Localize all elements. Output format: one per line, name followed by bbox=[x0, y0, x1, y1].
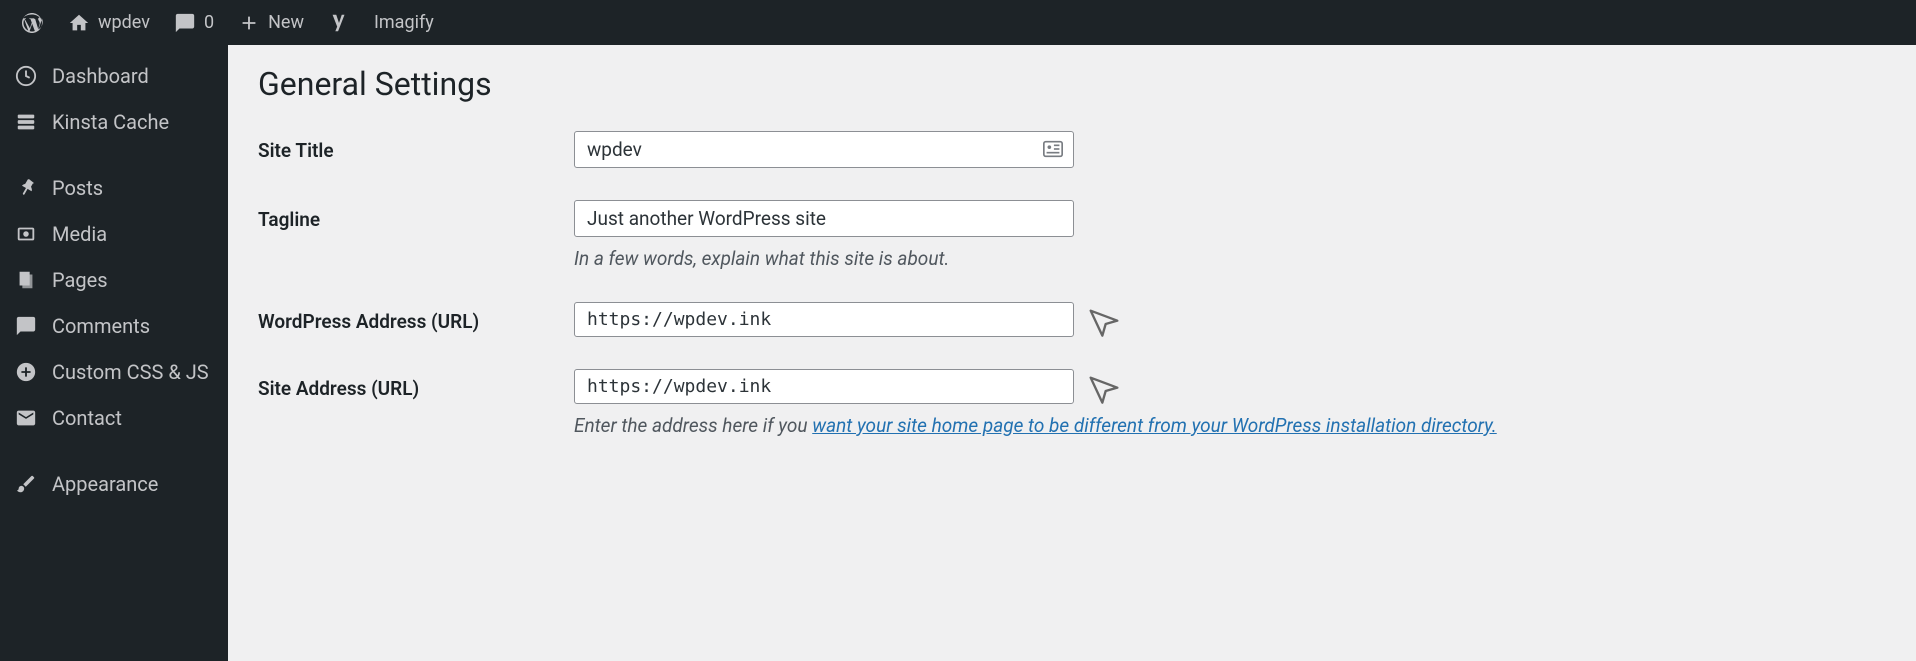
autofill-icon bbox=[1042, 139, 1064, 159]
site-url-description-link[interactable]: want your site home page to be different… bbox=[812, 414, 1497, 437]
home-icon bbox=[68, 12, 90, 34]
sidebar-label: Posts bbox=[52, 176, 103, 200]
imagify-label: Imagify bbox=[374, 12, 434, 33]
admin-bar: wpdev 0 New Imagify bbox=[0, 0, 1916, 45]
brush-icon bbox=[14, 473, 38, 495]
settings-content: General Settings Site Title Tagline In a… bbox=[228, 45, 1916, 661]
sidebar-label: Contact bbox=[52, 406, 122, 430]
cache-icon bbox=[14, 111, 38, 133]
sidebar-item-comments[interactable]: Comments bbox=[0, 303, 228, 349]
site-url-input[interactable] bbox=[574, 369, 1074, 404]
dashboard-icon bbox=[14, 65, 38, 87]
comments-link[interactable]: 0 bbox=[162, 0, 226, 45]
page-title: General Settings bbox=[258, 65, 1886, 103]
sidebar-label: Media bbox=[52, 222, 107, 246]
sidebar-item-dashboard[interactable]: Dashboard bbox=[0, 53, 228, 99]
site-url-description: Enter the address here if you want your … bbox=[574, 414, 1886, 437]
comment-icon bbox=[174, 12, 196, 34]
wp-logo-link[interactable] bbox=[8, 0, 56, 45]
page-icon bbox=[14, 269, 38, 291]
comments-count: 0 bbox=[204, 12, 214, 33]
wp-url-input[interactable] bbox=[574, 302, 1074, 337]
imagify-link[interactable]: Imagify bbox=[362, 0, 446, 45]
wp-url-row: WordPress Address (URL) bbox=[258, 302, 1886, 337]
admin-sidebar: Dashboard Kinsta Cache Posts Media Page bbox=[0, 45, 228, 661]
new-label: New bbox=[268, 12, 304, 33]
sidebar-label: Custom CSS & JS bbox=[52, 360, 209, 384]
plus-circle-icon bbox=[14, 361, 38, 383]
mail-icon bbox=[14, 407, 38, 429]
sidebar-label: Kinsta Cache bbox=[52, 110, 169, 134]
plus-icon bbox=[238, 12, 260, 34]
sidebar-label: Dashboard bbox=[52, 64, 149, 88]
sidebar-item-posts[interactable]: Posts bbox=[0, 165, 228, 211]
yoast-link[interactable] bbox=[316, 0, 362, 45]
media-icon bbox=[14, 223, 38, 245]
sidebar-item-contact[interactable]: Contact bbox=[0, 395, 228, 441]
sidebar-item-kinsta-cache[interactable]: Kinsta Cache bbox=[0, 99, 228, 145]
wordpress-icon bbox=[20, 11, 44, 35]
site-title-label: Site Title bbox=[258, 131, 574, 162]
site-url-label: Site Address (URL) bbox=[258, 369, 574, 400]
cursor-pointer-icon bbox=[1084, 304, 1124, 344]
site-title-row: Site Title bbox=[258, 131, 1886, 168]
sidebar-item-pages[interactable]: Pages bbox=[0, 257, 228, 303]
tagline-description: In a few words, explain what this site i… bbox=[574, 247, 1886, 270]
site-url-row: Site Address (URL) Enter the address her… bbox=[258, 369, 1886, 437]
site-name-link[interactable]: wpdev bbox=[56, 0, 162, 45]
new-content-link[interactable]: New bbox=[226, 0, 316, 45]
cursor-pointer-icon bbox=[1084, 371, 1124, 411]
wp-url-label: WordPress Address (URL) bbox=[258, 302, 574, 333]
tagline-label: Tagline bbox=[258, 200, 574, 231]
sidebar-label: Appearance bbox=[52, 472, 158, 496]
site-name-label: wpdev bbox=[98, 12, 150, 33]
sidebar-label: Comments bbox=[52, 314, 150, 338]
sidebar-item-media[interactable]: Media bbox=[0, 211, 228, 257]
pin-icon bbox=[14, 177, 38, 199]
sidebar-item-appearance[interactable]: Appearance bbox=[0, 461, 228, 507]
comment-icon bbox=[14, 315, 38, 337]
tagline-row: Tagline In a few words, explain what thi… bbox=[258, 200, 1886, 270]
sidebar-label: Pages bbox=[52, 268, 108, 292]
site-title-input[interactable] bbox=[574, 131, 1074, 168]
site-url-description-prefix: Enter the address here if you bbox=[574, 414, 812, 437]
sidebar-item-custom-css-js[interactable]: Custom CSS & JS bbox=[0, 349, 228, 395]
yoast-icon bbox=[328, 12, 350, 34]
tagline-input[interactable] bbox=[574, 200, 1074, 237]
